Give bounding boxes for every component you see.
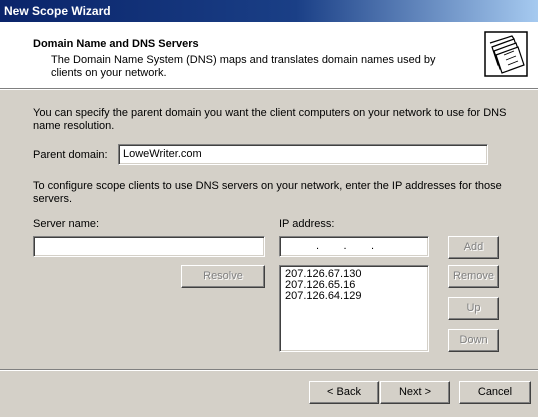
server-name-input[interactable] xyxy=(33,236,265,257)
add-button[interactable]: Add xyxy=(448,236,499,259)
wizard-header: Domain Name and DNS Servers The Domain N… xyxy=(0,22,538,88)
title-bar[interactable]: New Scope Wizard xyxy=(0,0,538,22)
server-name-label: Server name: xyxy=(33,218,100,230)
up-button[interactable]: Up xyxy=(448,297,499,320)
ip-address-dots: . . . xyxy=(316,240,375,252)
back-button[interactable]: < Back xyxy=(309,381,379,404)
header-subtitle: The Domain Name System (DNS) maps and tr… xyxy=(51,54,436,79)
header-title: Domain Name and DNS Servers xyxy=(33,38,199,50)
ip-address-input[interactable]: . . . xyxy=(279,236,429,257)
dns-server-list[interactable]: 207.126.67.130 207.126.65.16 207.126.64.… xyxy=(279,265,429,352)
list-item[interactable]: 207.126.64.129 xyxy=(285,291,361,302)
resolve-button[interactable]: Resolve xyxy=(181,265,265,288)
footer-divider-highlight xyxy=(0,370,538,371)
parent-domain-label: Parent domain: xyxy=(33,149,108,161)
parent-domain-input[interactable]: LoweWriter.com xyxy=(118,144,488,165)
next-button[interactable]: Next > xyxy=(380,381,450,404)
parent-domain-value: LoweWriter.com xyxy=(123,148,202,160)
intro-text: You can specify the parent domain you wa… xyxy=(33,107,507,132)
ip-address-label: IP address: xyxy=(279,218,335,230)
configure-text: To configure scope clients to use DNS se… xyxy=(33,180,502,205)
header-divider-highlight xyxy=(0,89,538,90)
wizard-window: New Scope Wizard Domain Name and DNS Ser… xyxy=(0,0,538,417)
remove-button[interactable]: Remove xyxy=(448,265,499,288)
cancel-button[interactable]: Cancel xyxy=(459,381,531,404)
window-title: New Scope Wizard xyxy=(4,4,111,18)
folder-stack-icon xyxy=(484,31,528,80)
down-button[interactable]: Down xyxy=(448,329,499,352)
